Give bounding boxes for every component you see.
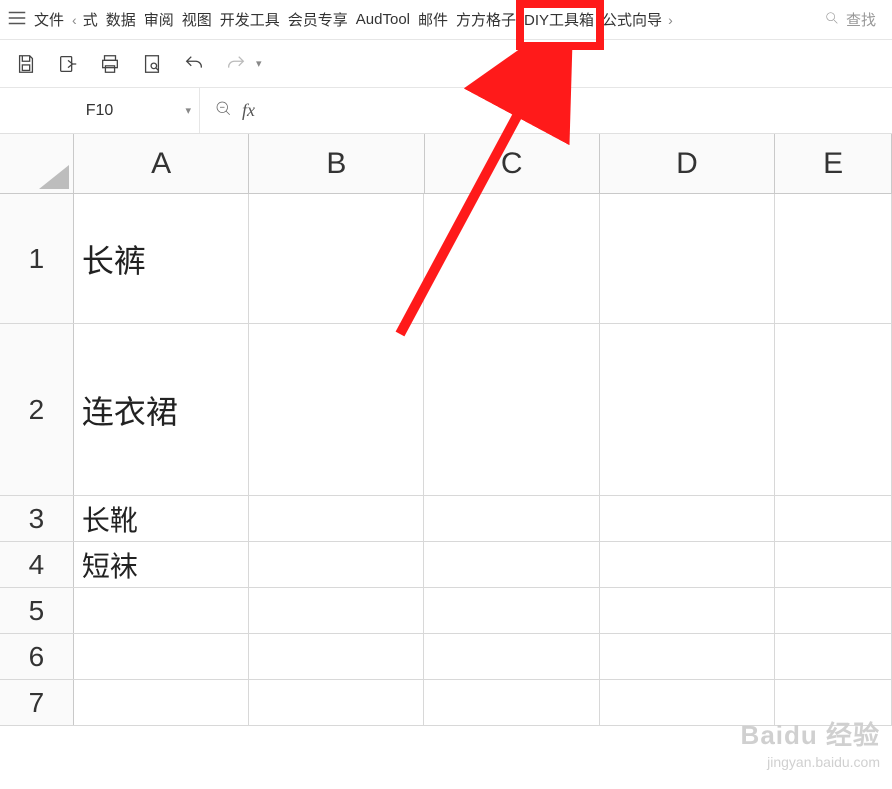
row-header-6[interactable]: 6	[0, 634, 74, 679]
menu-tab-3[interactable]: 视图	[178, 9, 216, 30]
cell-C2[interactable]	[424, 324, 599, 495]
cell-E5[interactable]	[775, 588, 892, 633]
cell-B3[interactable]	[249, 496, 424, 541]
row-header-2[interactable]: 2	[0, 324, 74, 495]
cell-E2[interactable]	[775, 324, 892, 495]
cell-B4[interactable]	[249, 542, 424, 587]
cell-C5[interactable]	[424, 588, 599, 633]
tabs-scroll-left[interactable]: ‹	[70, 12, 79, 28]
row-header-3[interactable]: 3	[0, 496, 74, 541]
print-button[interactable]	[98, 52, 122, 76]
print-preview-button[interactable]	[140, 52, 164, 76]
menu-tab-10[interactable]: 公式向导	[598, 9, 666, 30]
cell-A1[interactable]: 长裤	[74, 194, 249, 323]
cell-C3[interactable]	[424, 496, 599, 541]
col-header-C[interactable]: C	[425, 134, 600, 193]
cancel-formula-icon[interactable]	[214, 99, 232, 122]
cell-E3[interactable]	[775, 496, 892, 541]
watermark: Baidu 经验 jingyan.baidu.com	[741, 719, 880, 771]
cell-D6[interactable]	[600, 634, 775, 679]
cell-A4[interactable]: 短袜	[74, 542, 249, 587]
quick-toolbar: ▾	[0, 40, 892, 88]
hamburger-icon[interactable]	[6, 7, 28, 33]
fx-label[interactable]: fx	[242, 100, 255, 121]
column-headers: A B C D E	[0, 134, 892, 194]
cell-A6[interactable]	[74, 634, 249, 679]
cell-D4[interactable]	[600, 542, 775, 587]
menu-tab-4[interactable]: 开发工具	[216, 9, 284, 30]
col-header-D[interactable]: D	[600, 134, 775, 193]
row-3: 3 长靴	[0, 496, 892, 542]
cell-B2[interactable]	[249, 324, 424, 495]
row-4: 4 短袜	[0, 542, 892, 588]
cell-B6[interactable]	[249, 634, 424, 679]
menu-tab-0[interactable]: 式	[79, 9, 102, 30]
menu-tab-9[interactable]: DIY工具箱	[520, 9, 598, 30]
menu-file[interactable]: 文件	[28, 9, 70, 30]
cell-E6[interactable]	[775, 634, 892, 679]
tabs-scroll-right[interactable]: ›	[666, 12, 675, 28]
formula-bar: F10 ▾ fx	[0, 88, 892, 134]
name-box[interactable]: F10 ▾	[0, 88, 200, 133]
cell-D1[interactable]	[600, 194, 775, 323]
col-header-A[interactable]: A	[74, 134, 249, 193]
menu-tab-8[interactable]: 方方格子	[452, 9, 520, 30]
row-header-5[interactable]: 5	[0, 588, 74, 633]
rows: 1 长裤 2 连衣裙 3 长靴 4 短袜	[0, 194, 892, 726]
menu-bar: 文件 ‹ 式 数据 审阅 视图 开发工具 会员专享 AudTool 邮件 方方格…	[0, 0, 892, 40]
cell-C7[interactable]	[424, 680, 599, 725]
redo-button[interactable]	[224, 52, 248, 76]
col-header-E[interactable]: E	[775, 134, 892, 193]
cell-B5[interactable]	[249, 588, 424, 633]
search-placeholder: 查找	[846, 9, 876, 30]
cell-E4[interactable]	[775, 542, 892, 587]
cell-C1[interactable]	[424, 194, 599, 323]
export-button[interactable]	[56, 52, 80, 76]
toolbar-more-icon[interactable]: ▾	[256, 57, 266, 70]
cell-B7[interactable]	[249, 680, 424, 725]
menu-tab-2[interactable]: 审阅	[140, 9, 178, 30]
cell-E7[interactable]	[775, 680, 892, 725]
undo-button[interactable]	[182, 52, 206, 76]
formula-input[interactable]	[269, 88, 892, 133]
spreadsheet: A B C D E 1 长裤 2 连衣裙 3 长靴	[0, 134, 892, 726]
menu-tab-7[interactable]: 邮件	[414, 9, 452, 30]
row-header-4[interactable]: 4	[0, 542, 74, 587]
save-button[interactable]	[14, 52, 38, 76]
menu-tab-1[interactable]: 数据	[102, 9, 140, 30]
row-6: 6	[0, 634, 892, 680]
cell-A3[interactable]: 长靴	[74, 496, 249, 541]
col-header-B[interactable]: B	[249, 134, 424, 193]
search-box[interactable]: 查找	[824, 9, 886, 30]
menu-tabs: 式 数据 审阅 视图 开发工具 会员专享 AudTool 邮件 方方格子 DIY…	[79, 9, 666, 30]
name-box-dropdown-icon[interactable]: ▾	[185, 104, 191, 117]
cell-D7[interactable]	[600, 680, 775, 725]
cell-C4[interactable]	[424, 542, 599, 587]
menu-tab-6[interactable]: AudTool	[352, 11, 414, 28]
row-2: 2 连衣裙	[0, 324, 892, 496]
search-icon	[824, 10, 840, 30]
cell-D2[interactable]	[600, 324, 775, 495]
row-header-7[interactable]: 7	[0, 680, 74, 725]
row-header-1[interactable]: 1	[0, 194, 74, 323]
menu-tab-5[interactable]: 会员专享	[284, 9, 352, 30]
cell-D3[interactable]	[600, 496, 775, 541]
cell-D5[interactable]	[600, 588, 775, 633]
select-all-corner[interactable]	[0, 134, 74, 193]
cell-B1[interactable]	[249, 194, 424, 323]
cell-C6[interactable]	[424, 634, 599, 679]
row-7: 7	[0, 680, 892, 726]
cell-A2[interactable]: 连衣裙	[74, 324, 249, 495]
cell-A5[interactable]	[74, 588, 249, 633]
cell-E1[interactable]	[775, 194, 892, 323]
cell-A7[interactable]	[74, 680, 249, 725]
name-box-value: F10	[86, 102, 114, 120]
watermark-line2: jingyan.baidu.com	[741, 753, 880, 771]
row-5: 5	[0, 588, 892, 634]
row-1: 1 长裤	[0, 194, 892, 324]
